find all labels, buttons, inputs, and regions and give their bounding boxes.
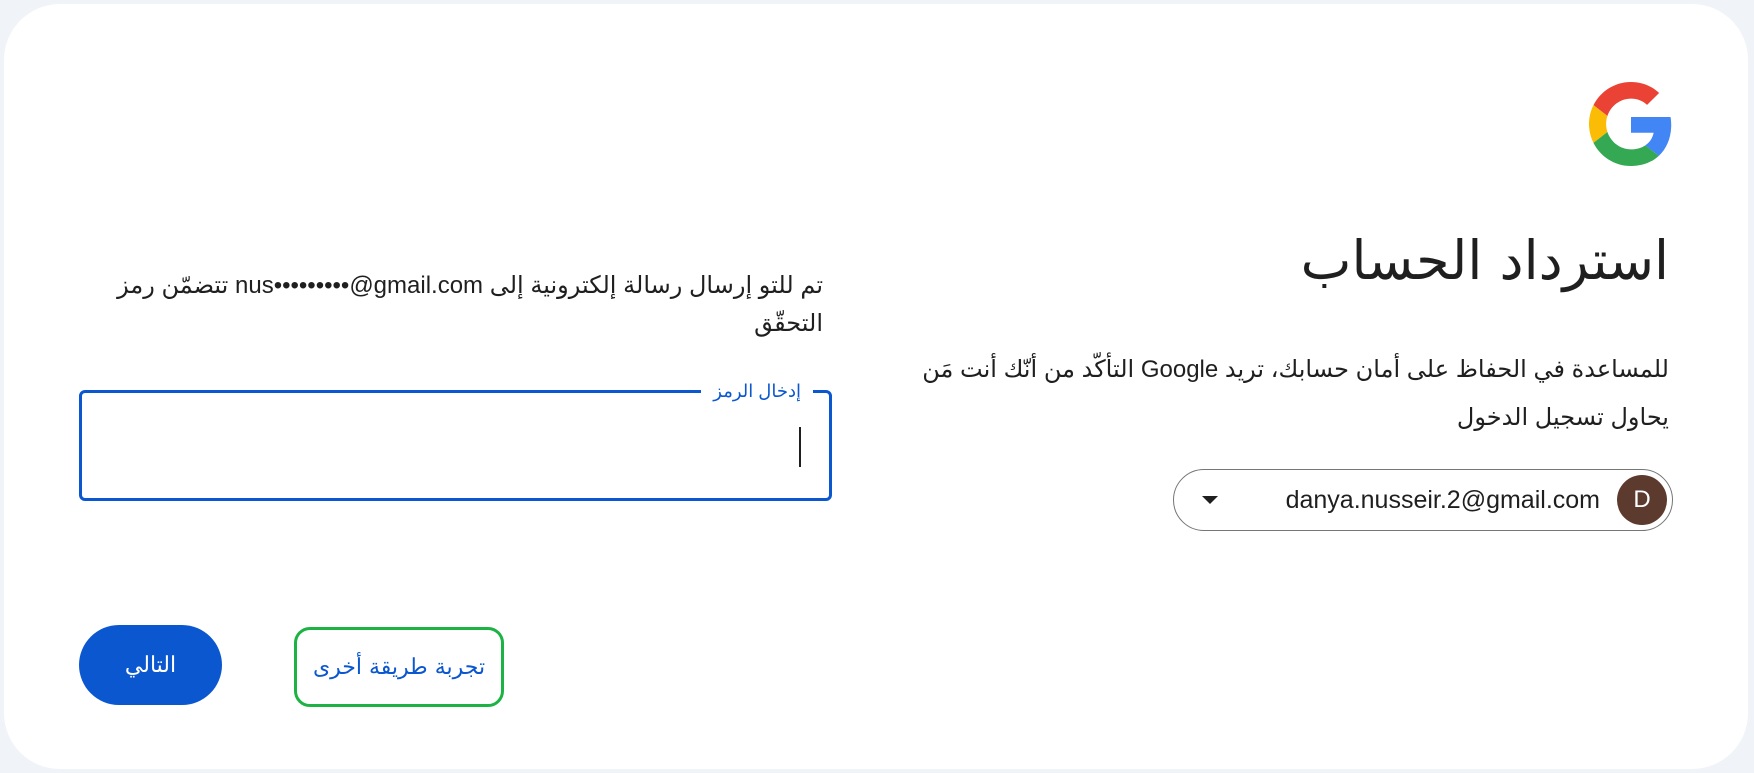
account-chip[interactable]: D danya.nusseir.2@gmail.com xyxy=(1173,469,1673,531)
text-cursor xyxy=(799,427,801,467)
account-email: danya.nusseir.2@gmail.com xyxy=(1285,486,1600,514)
page-title: استرداد الحساب xyxy=(1300,229,1669,292)
code-field-label: إدخال الرمز xyxy=(701,379,813,403)
caret-down-icon xyxy=(1202,496,1218,504)
verification-code-field[interactable]: إدخال الرمز xyxy=(79,379,832,501)
next-button[interactable]: التالي xyxy=(79,625,222,705)
verification-instruction: تم للتو إرسال رسالة إلكترونية إلى nus•••… xyxy=(117,272,823,337)
page-description: للمساعدة في الحفاظ على أمان حسابك، تريد … xyxy=(922,356,1669,431)
try-another-way-button[interactable]: تجربة طريقة أخرى xyxy=(294,627,504,707)
verification-code-input[interactable] xyxy=(96,423,815,467)
google-logo-icon xyxy=(1589,82,1672,166)
avatar: D xyxy=(1617,475,1667,525)
account-recovery-card: استرداد الحساب للمساعدة في الحفاظ على أم… xyxy=(4,4,1748,769)
